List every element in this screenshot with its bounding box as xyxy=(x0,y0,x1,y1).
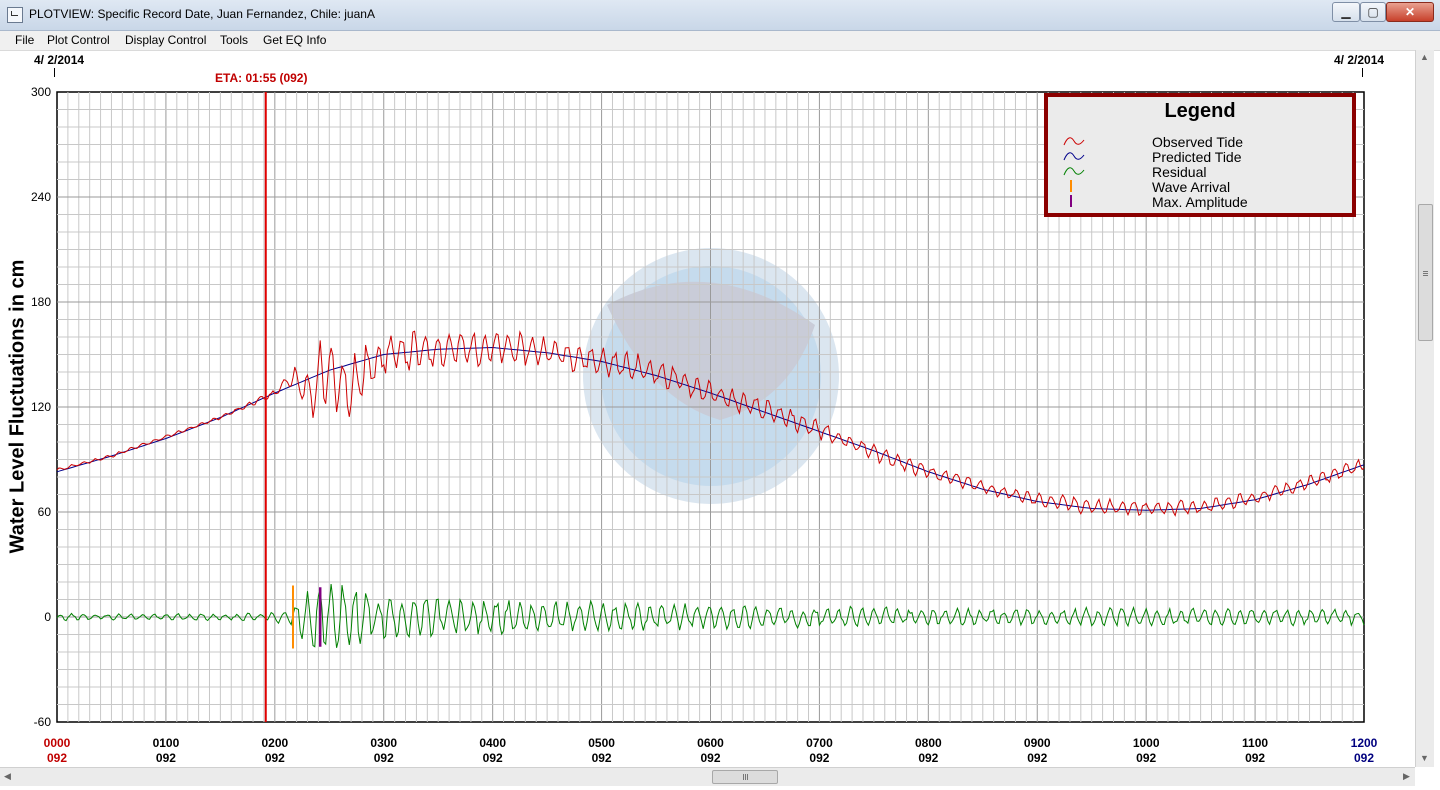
y-tick-label: 0 xyxy=(44,610,51,624)
legend-label-observed-tide: Observed Tide xyxy=(1152,134,1244,150)
x-tick-time-label: 1000 xyxy=(1133,736,1160,750)
legend-label-residual: Residual xyxy=(1152,164,1207,180)
x-tick-day-label: 092 xyxy=(156,751,176,765)
legend-symbol-residual xyxy=(1063,167,1085,176)
legend-label-predicted-tide: Predicted Tide xyxy=(1152,149,1242,165)
y-tick-label: 180 xyxy=(31,295,51,309)
scroll-up-arrow-icon[interactable]: ▲ xyxy=(1420,52,1429,62)
x-tick-time-label: 1100 xyxy=(1242,736,1268,750)
legend-wave-symbol xyxy=(1063,137,1085,146)
x-tick-day-label: 092 xyxy=(1354,751,1374,765)
horizontal-scrollbar[interactable]: ◀ ▶ xyxy=(0,767,1415,786)
legend-symbol-predicted-tide xyxy=(1063,152,1085,161)
x-tick-day-label: 092 xyxy=(918,751,938,765)
vertical-scrollbar[interactable]: ▲ ▼ xyxy=(1415,50,1434,767)
x-tick-time-label: 0900 xyxy=(1024,736,1051,750)
legend-symbol-wave-arrival xyxy=(1070,180,1072,192)
legend-title: Legend xyxy=(1164,100,1236,122)
legend-label-wave-arrival: Wave Arrival xyxy=(1152,179,1231,195)
legend-wave-symbol xyxy=(1063,167,1085,176)
x-tick-day-label: 092 xyxy=(483,751,503,765)
y-tick-label: 300 xyxy=(31,85,51,99)
x-tick-time-label: 0600 xyxy=(697,736,724,750)
x-tick-day-label: 092 xyxy=(700,751,720,765)
x-tick-day-label: 092 xyxy=(47,751,67,765)
x-tick-day-label: 092 xyxy=(809,751,829,765)
y-tick-label: 240 xyxy=(31,190,51,204)
vertical-scroll-thumb[interactable] xyxy=(1418,204,1433,341)
legend-wave-symbol xyxy=(1063,152,1085,161)
x-tick-time-label: 0400 xyxy=(479,736,506,750)
y-tick-label: 60 xyxy=(38,505,52,519)
x-tick-day-label: 092 xyxy=(265,751,285,765)
x-tick-day-label: 092 xyxy=(1027,751,1047,765)
x-tick-day-label: 092 xyxy=(1245,751,1265,765)
legend-symbol-observed-tide xyxy=(1063,137,1085,146)
x-tick-time-label: 0100 xyxy=(153,736,180,750)
chart-legend: Legend Observed Tide Predicted Tide Resi… xyxy=(1044,93,1356,217)
x-tick-time-label: 0000 xyxy=(44,736,71,750)
scroll-down-arrow-icon[interactable]: ▼ xyxy=(1420,753,1429,763)
x-tick-time-label: 0300 xyxy=(370,736,397,750)
x-tick-time-label: 0500 xyxy=(588,736,615,750)
y-tick-label: 120 xyxy=(31,400,51,414)
scroll-left-arrow-icon[interactable]: ◀ xyxy=(4,771,11,782)
x-tick-time-label: 0200 xyxy=(261,736,288,750)
x-tick-time-label: 0800 xyxy=(915,736,942,750)
scroll-right-arrow-icon[interactable]: ▶ xyxy=(1403,771,1410,782)
x-tick-day-label: 092 xyxy=(592,751,612,765)
x-tick-time-label: 1200 xyxy=(1351,736,1378,750)
x-tick-day-label: 092 xyxy=(374,751,394,765)
legend-label-max-amplitude: Max. Amplitude xyxy=(1152,194,1248,210)
y-tick-label: -60 xyxy=(34,715,52,729)
legend-symbol-max-amplitude xyxy=(1070,195,1072,207)
x-tick-day-label: 092 xyxy=(1136,751,1156,765)
x-tick-time-label: 0700 xyxy=(806,736,833,750)
horizontal-scroll-thumb[interactable] xyxy=(712,770,778,784)
